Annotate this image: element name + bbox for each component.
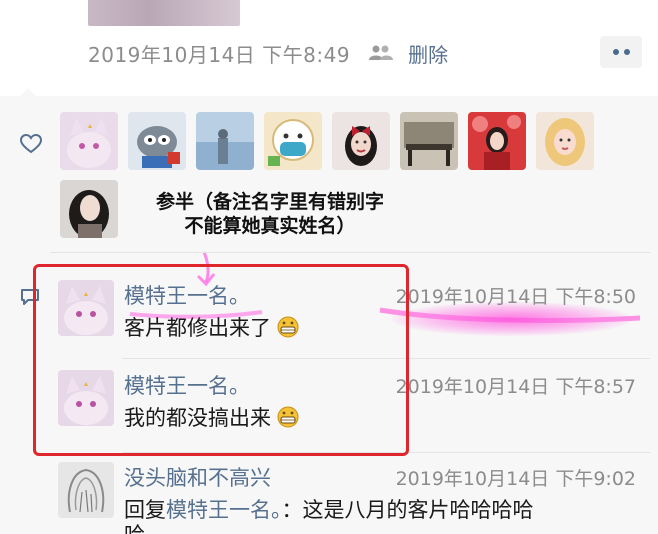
commenter-name[interactable]: 没头脑和不高兴 — [124, 462, 271, 492]
comment-timestamp: 2019年10月14日 下午9:02 — [395, 468, 636, 490]
comment-timestamp: 2019年10月14日 下午8:50 — [395, 286, 636, 308]
reply-prefix: 回复 — [124, 498, 166, 522]
likes-comments-divider — [50, 252, 650, 253]
red-highlight-box — [33, 264, 409, 456]
reply-body: ：这是八月的客片哈哈哈哈 — [281, 498, 534, 522]
reply-target-name[interactable]: 模特王一名。 — [166, 498, 282, 522]
comment-text: 回复模特王一名。：这是八月的客片哈哈哈哈 — [124, 494, 534, 524]
comment-item[interactable]: 没头脑和不高兴 2019年10月14日 下午9:02 回复模特王一名。：这是八月… — [58, 462, 648, 534]
commenter-avatar[interactable] — [58, 462, 114, 518]
comment-timestamp: 2019年10月14日 下午8:57 — [395, 376, 636, 398]
overflow-text: 哈 — [124, 524, 144, 534]
